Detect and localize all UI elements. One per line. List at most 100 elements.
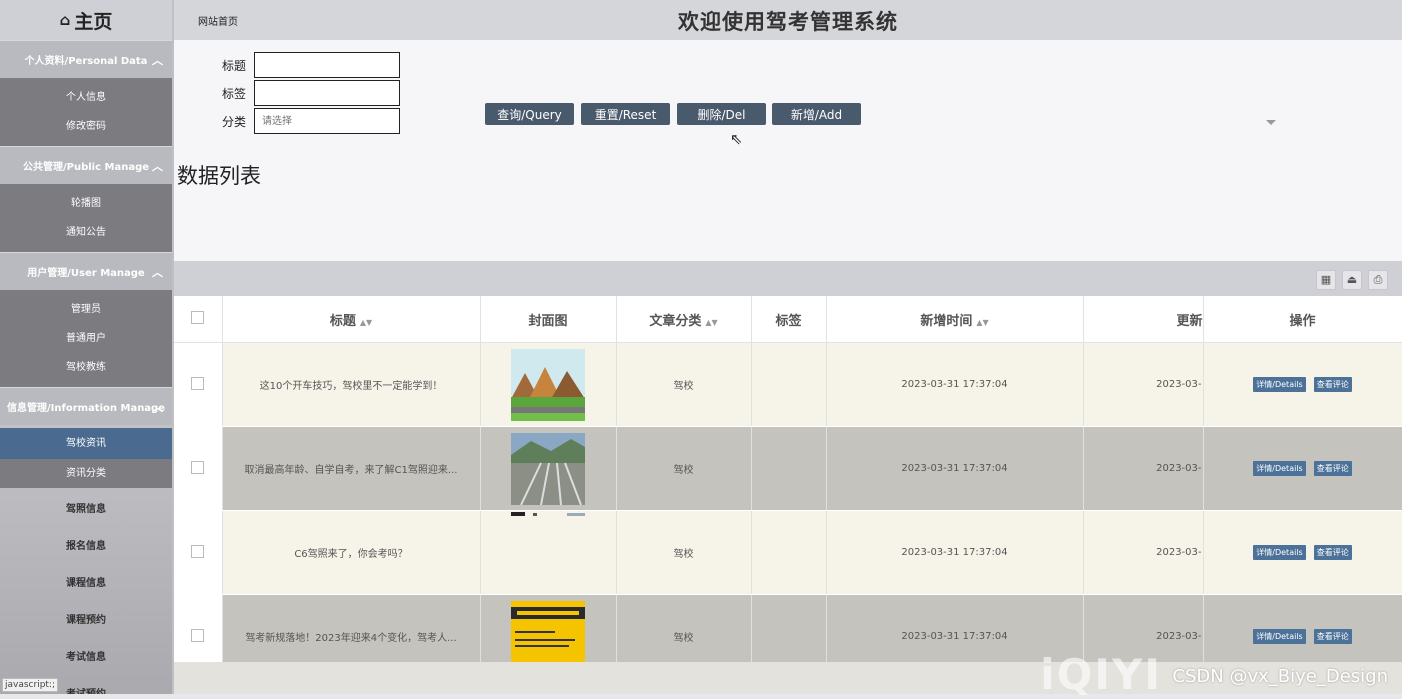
columns-grid-icon[interactable]: ▦ — [1316, 270, 1336, 290]
row-select-cell — [174, 342, 223, 427]
data-table-wrapper: 标题 ▲▼ 封面图 文章分类 ▲▼ 标签 新增时间 ▲▼ 更新 操作 这10个开车技巧… — [174, 296, 1402, 662]
col-header-title[interactable]: 标题 ▲▼ — [222, 296, 481, 343]
cell-updated: 2023-03- — [1083, 342, 1204, 427]
cover-thumbnail-broken[interactable] — [511, 512, 585, 518]
view-comments-button[interactable]: 查看评论 — [1313, 377, 1352, 392]
home-icon: ⌂ — [59, 11, 71, 29]
nav-group-users-items: 管理员 普通用户 驾校教练 — [0, 290, 172, 387]
print-icon[interactable]: ⎙ — [1368, 270, 1388, 290]
sidebar-item-license[interactable]: 驾照信息 — [0, 491, 172, 528]
cell-ops: 详情/Details 查看评论 — [1202, 426, 1402, 511]
cell-tag — [751, 510, 827, 595]
category-select[interactable] — [254, 108, 400, 134]
cell-cover — [480, 426, 617, 511]
cover-thumbnail-mountains[interactable] — [511, 348, 585, 421]
sort-icon: ▲▼ — [705, 317, 718, 327]
col-header-updated: 更新 — [1083, 296, 1204, 343]
sidebar-item-notice[interactable]: 通知公告 — [0, 218, 172, 247]
sidebar-item-signup[interactable]: 报名信息 — [0, 528, 172, 565]
tag-field-row: 标签 — [204, 80, 400, 106]
row-checkbox[interactable] — [191, 628, 205, 642]
sidebar-item-admin[interactable]: 管理员 — [0, 295, 172, 324]
sidebar-item-news-category[interactable]: 资讯分类 — [0, 459, 172, 488]
select-all-cell — [174, 296, 223, 343]
cell-created: 2023-03-31 17:37:04 — [826, 426, 1084, 511]
cell-ops: 详情/Details 查看评论 — [1202, 342, 1402, 427]
page-title: 欢迎使用驾考管理系统 — [678, 10, 898, 34]
row-select-cell — [174, 510, 223, 595]
nav-group-info[interactable]: 信息管理/Information Manage ︿ — [0, 387, 172, 425]
nav-group-public[interactable]: 公共管理/Public Manage ︿ — [0, 146, 172, 184]
category-label: 分类 — [221, 114, 246, 129]
details-button[interactable]: 详情/Details — [1253, 461, 1306, 476]
title-input[interactable] — [254, 52, 400, 78]
nav-group-info-items: 驾校资讯 资讯分类 — [0, 428, 172, 488]
chevron-up-icon: ︿ — [152, 401, 163, 414]
nav-group-personal-items: 个人信息 修改密码 — [0, 78, 172, 146]
cell-category: 驾校 — [616, 426, 752, 511]
view-comments-button[interactable]: 查看评论 — [1313, 629, 1352, 644]
sidebar-home[interactable]: ⌂ 主页 — [0, 0, 172, 40]
home-label: 主页 — [74, 10, 113, 33]
row-checkbox[interactable] — [191, 376, 205, 390]
col-header-cover: 封面图 — [480, 296, 617, 343]
cell-title: 驾考新规落地！2023年迎来4个变化，驾考人... — [222, 594, 481, 662]
table-footer: iQIYI CSDN @vx_Biye_Design — [174, 650, 1402, 699]
delete-button[interactable]: 删除/Del — [677, 103, 766, 125]
reset-button[interactable]: 重置/Reset — [581, 103, 670, 125]
title-field-row: 标题 — [204, 52, 400, 78]
sort-icon: ▲▼ — [976, 317, 989, 327]
query-button[interactable]: 查询/Query — [485, 103, 574, 125]
details-button[interactable]: 详情/Details — [1253, 629, 1306, 644]
col-header-ops: 操作 — [1202, 296, 1402, 343]
cell-category: 驾校 — [616, 342, 752, 427]
sidebar-item-exam[interactable]: 考试信息 — [0, 639, 172, 676]
row-checkbox[interactable] — [191, 544, 205, 558]
row-select-cell — [174, 426, 223, 511]
nav-group-public-items: 轮播图 通知公告 — [0, 184, 172, 252]
cover-thumbnail-test-track[interactable] — [511, 432, 585, 505]
cell-tag — [751, 342, 827, 427]
top-header: 网站首页 欢迎使用驾考管理系统 — [174, 0, 1402, 40]
row-select-cell — [174, 594, 223, 662]
sidebar-item-course[interactable]: 课程信息 — [0, 565, 172, 602]
cell-updated: 2023-03- — [1083, 426, 1204, 511]
row-checkbox[interactable] — [191, 460, 205, 474]
cell-title: C6驾照来了，你会考吗？ — [222, 510, 481, 595]
col-header-tag: 标签 — [751, 296, 827, 343]
sidebar-item-course-booking[interactable]: 课程预约 — [0, 602, 172, 639]
search-panel: 标题 标签 分类 查询/Query 重置/Reset 删除/Del 新增/Add… — [174, 40, 1402, 261]
nav-group-users[interactable]: 用户管理/User Manage ︿ — [0, 252, 172, 290]
col-header-created[interactable]: 新增时间 ▲▼ — [826, 296, 1084, 343]
col-header-category[interactable]: 文章分类 ▲▼ — [616, 296, 752, 343]
tag-input[interactable] — [254, 80, 400, 106]
view-comments-button[interactable]: 查看评论 — [1313, 461, 1352, 476]
sidebar-item-school-news[interactable]: 驾校资讯 — [0, 428, 172, 459]
sidebar-item-users[interactable]: 普通用户 — [0, 324, 172, 353]
view-comments-button[interactable]: 查看评论 — [1313, 545, 1352, 560]
mouse-cursor-icon: ⇖ — [730, 130, 743, 148]
select-all-checkbox[interactable] — [191, 310, 205, 324]
cell-created: 2023-03-31 17:37:04 — [826, 342, 1084, 427]
export-icon[interactable]: ⏏ — [1342, 270, 1362, 290]
tag-label: 标签 — [221, 86, 246, 101]
sidebar-item-change-password[interactable]: 修改密码 — [0, 112, 172, 141]
sidebar-item-carousel[interactable]: 轮播图 — [0, 189, 172, 218]
sidebar-item-profile[interactable]: 个人信息 — [0, 83, 172, 112]
category-field-row: 分类 — [204, 108, 400, 134]
add-button[interactable]: 新增/Add — [772, 103, 861, 125]
nav-group-personal[interactable]: 个人资料/Personal Data ︿ — [0, 40, 172, 78]
cell-tag — [751, 426, 827, 511]
cover-thumbnail-yellow-poster[interactable] — [511, 600, 585, 663]
details-button[interactable]: 详情/Details — [1253, 545, 1306, 560]
details-button[interactable]: 详情/Details — [1253, 377, 1306, 392]
table-row: C6驾照来了，你会考吗？ 驾校 2023-03-31 17:37:04 2023… — [174, 510, 1402, 595]
cell-category: 驾校 — [616, 594, 752, 662]
cell-title: 这10个开车技巧，驾校里不一定能学到！ — [222, 342, 481, 427]
table-header-row: 标题 ▲▼ 封面图 文章分类 ▲▼ 标签 新增时间 ▲▼ 更新 操作 — [174, 296, 1402, 343]
sidebar-item-coach[interactable]: 驾校教练 — [0, 353, 172, 382]
caret-down-icon[interactable] — [1266, 120, 1276, 125]
data-list-title: 数据列表 — [177, 164, 261, 188]
cell-cover — [480, 510, 617, 595]
csdn-watermark: CSDN @vx_Biye_Design — [1172, 666, 1388, 687]
